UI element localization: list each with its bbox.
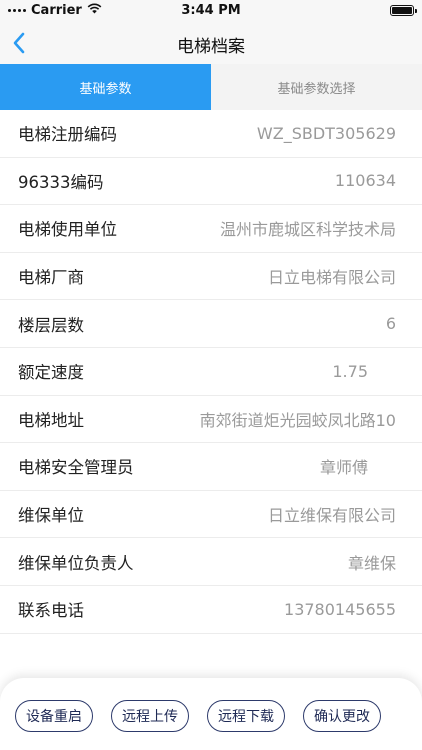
tab-basic-params[interactable]: 基础参数 bbox=[0, 64, 211, 110]
list-item-manufacturer: 电梯厂商 日立电梯有限公司 bbox=[0, 253, 422, 301]
field-value: 13780145655 bbox=[284, 599, 396, 619]
battery-icon bbox=[390, 5, 417, 16]
remote-upload-button[interactable]: 远程上传 bbox=[111, 700, 189, 732]
rated-speed-input[interactable]: 1.75 bbox=[332, 362, 368, 381]
field-label: 96333编码 bbox=[18, 172, 104, 192]
status-bar: Carrier 3:44 PM bbox=[0, 0, 422, 22]
confirm-change-button[interactable]: 确认更改 bbox=[303, 700, 381, 732]
field-value: 日立维保有限公司 bbox=[267, 506, 396, 526]
field-label: 电梯使用单位 bbox=[18, 220, 117, 240]
field-label: 额定速度 bbox=[18, 363, 84, 383]
field-label: 维保单位 bbox=[18, 506, 84, 526]
field-value: 110634 bbox=[334, 171, 396, 191]
list-item-user-unit: 电梯使用单位 温州市鹿城区科学技术局 bbox=[0, 205, 422, 253]
list-item-rated-speed[interactable]: 额定速度 1.75 bbox=[0, 348, 422, 396]
navigation-bar: 电梯档案 bbox=[0, 22, 422, 64]
field-value: 日立电梯有限公司 bbox=[267, 268, 396, 288]
field-label: 电梯安全管理员 bbox=[18, 458, 134, 478]
list-item-phone: 联系电话 13780145655 bbox=[0, 586, 422, 634]
page-title: 电梯档案 bbox=[177, 37, 245, 57]
device-restart-button[interactable]: 设备重启 bbox=[15, 700, 93, 732]
list-item-96333-code: 96333编码 110634 bbox=[0, 158, 422, 206]
field-label: 维保单位负责人 bbox=[18, 553, 134, 573]
field-value: 6 bbox=[385, 314, 396, 334]
field-label: 电梯地址 bbox=[18, 410, 84, 430]
list-item-maintenance-unit: 维保单位 日立维保有限公司 bbox=[0, 491, 422, 539]
field-label: 联系电话 bbox=[18, 601, 84, 621]
field-label: 楼层层数 bbox=[18, 315, 84, 335]
field-value: 南郊街道炬光园蛟凤北路10 bbox=[199, 410, 396, 430]
list-item-maintenance-lead: 维保单位负责人 章维保 bbox=[0, 538, 422, 586]
field-value: 章师傅 bbox=[319, 458, 368, 478]
status-time: 3:44 PM bbox=[181, 3, 241, 18]
field-value: 温州市鹿城区科学技术局 bbox=[219, 220, 396, 240]
tab-bar: 基础参数 基础参数选择 bbox=[0, 64, 422, 110]
list-item-floor-count: 楼层层数 6 bbox=[0, 300, 422, 348]
action-panel: 设备重启 远程上传 远程下载 确认更改 bbox=[0, 678, 422, 750]
tab-basic-params-select[interactable]: 基础参数选择 bbox=[211, 64, 422, 110]
field-value: 章维保 bbox=[347, 553, 396, 573]
field-value: WZ_SBDT305629 bbox=[256, 123, 396, 143]
list-item-registration-code: 电梯注册编码 WZ_SBDT305629 bbox=[0, 110, 422, 158]
field-label: 电梯注册编码 bbox=[18, 125, 117, 145]
list-item-address: 电梯地址 南郊街道炬光园蛟凤北路10 bbox=[0, 396, 422, 444]
remote-download-button[interactable]: 远程下载 bbox=[207, 700, 285, 732]
elevator-info-list: 电梯注册编码 WZ_SBDT305629 96333编码 110634 电梯使用… bbox=[0, 110, 422, 634]
list-item-safety-manager: 电梯安全管理员 章师傅 bbox=[0, 443, 422, 491]
field-label: 电梯厂商 bbox=[18, 268, 84, 288]
